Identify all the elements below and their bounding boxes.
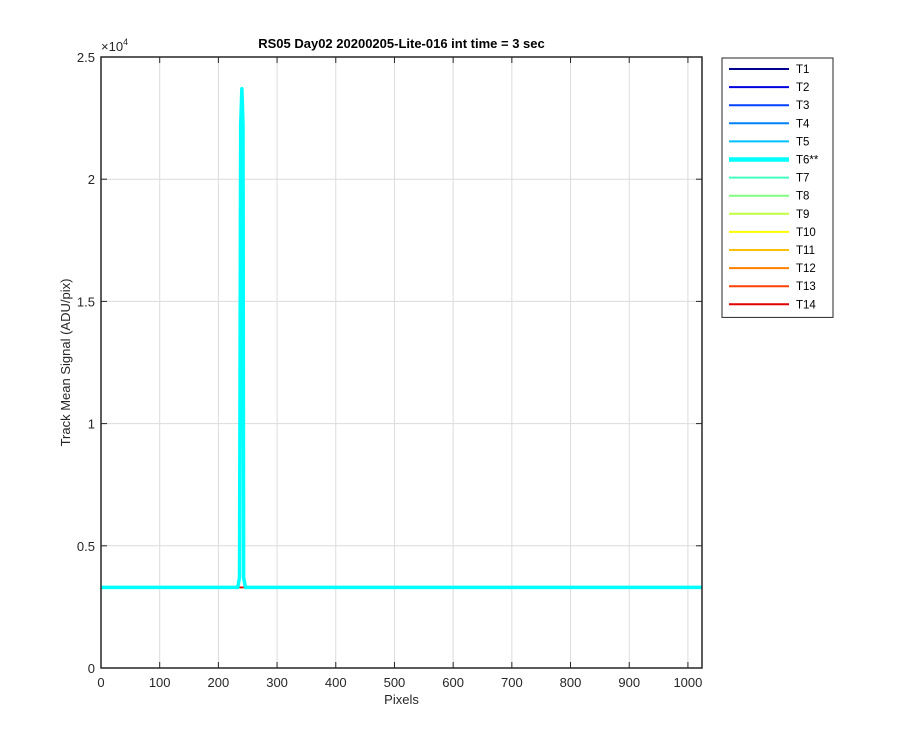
x-tick-label: 800	[560, 675, 582, 690]
y-tick-label: 1	[88, 417, 95, 432]
legend-label: T14	[796, 299, 816, 311]
legend-label: T4	[796, 118, 810, 130]
plot-area	[101, 57, 702, 668]
legend-label: T3	[796, 100, 809, 112]
x-tick-label: 500	[384, 675, 406, 690]
x-tick-label: 300	[266, 675, 288, 690]
legend-label: T10	[796, 227, 816, 239]
y-axis-label: Track Mean Signal (ADU/pix)	[58, 279, 73, 447]
legend-label: T6**	[796, 155, 819, 167]
x-tick-label: 0	[97, 675, 104, 690]
y-tick-label: 0	[88, 661, 95, 676]
y-tick-label: 0.5	[77, 539, 95, 554]
y-tick-label: 2	[88, 172, 95, 187]
legend-label: T1	[796, 64, 809, 76]
legend: T1 T2 T3 T4 T5 T6** T7 T8 T9 T10 T11 T12 T13 T14	[721, 57, 834, 318]
legend-label: T12	[796, 263, 816, 275]
legend-label: T9	[796, 209, 809, 221]
legend-label: T2	[796, 82, 809, 94]
legend-label: T5	[796, 136, 809, 148]
x-tick-label: 100	[149, 675, 171, 690]
x-tick-label: 200	[208, 675, 230, 690]
x-tick-label: 600	[442, 675, 464, 690]
x-tick-label: 700	[501, 675, 523, 690]
chart: 0 100 200 300 400 500 600 700 800 900 1000 0 0.5 1 1.…	[0, 0, 900, 750]
chart-title: RS05 Day02 20200205-Lite-016 int time = …	[258, 36, 545, 51]
legend-label: T8	[796, 191, 809, 203]
legend-label: T13	[796, 281, 816, 293]
legend-label: T11	[796, 245, 815, 257]
x-tick-label: 900	[618, 675, 640, 690]
y-tick-label: 1.5	[77, 294, 95, 309]
legend-label: T7	[796, 173, 809, 185]
x-tick-label: 400	[325, 675, 347, 690]
y-tick-label: 2.5	[77, 50, 95, 65]
x-axis-label: Pixels	[384, 692, 419, 707]
x-tick-label: 1000	[673, 675, 702, 690]
legend-box	[721, 57, 834, 318]
